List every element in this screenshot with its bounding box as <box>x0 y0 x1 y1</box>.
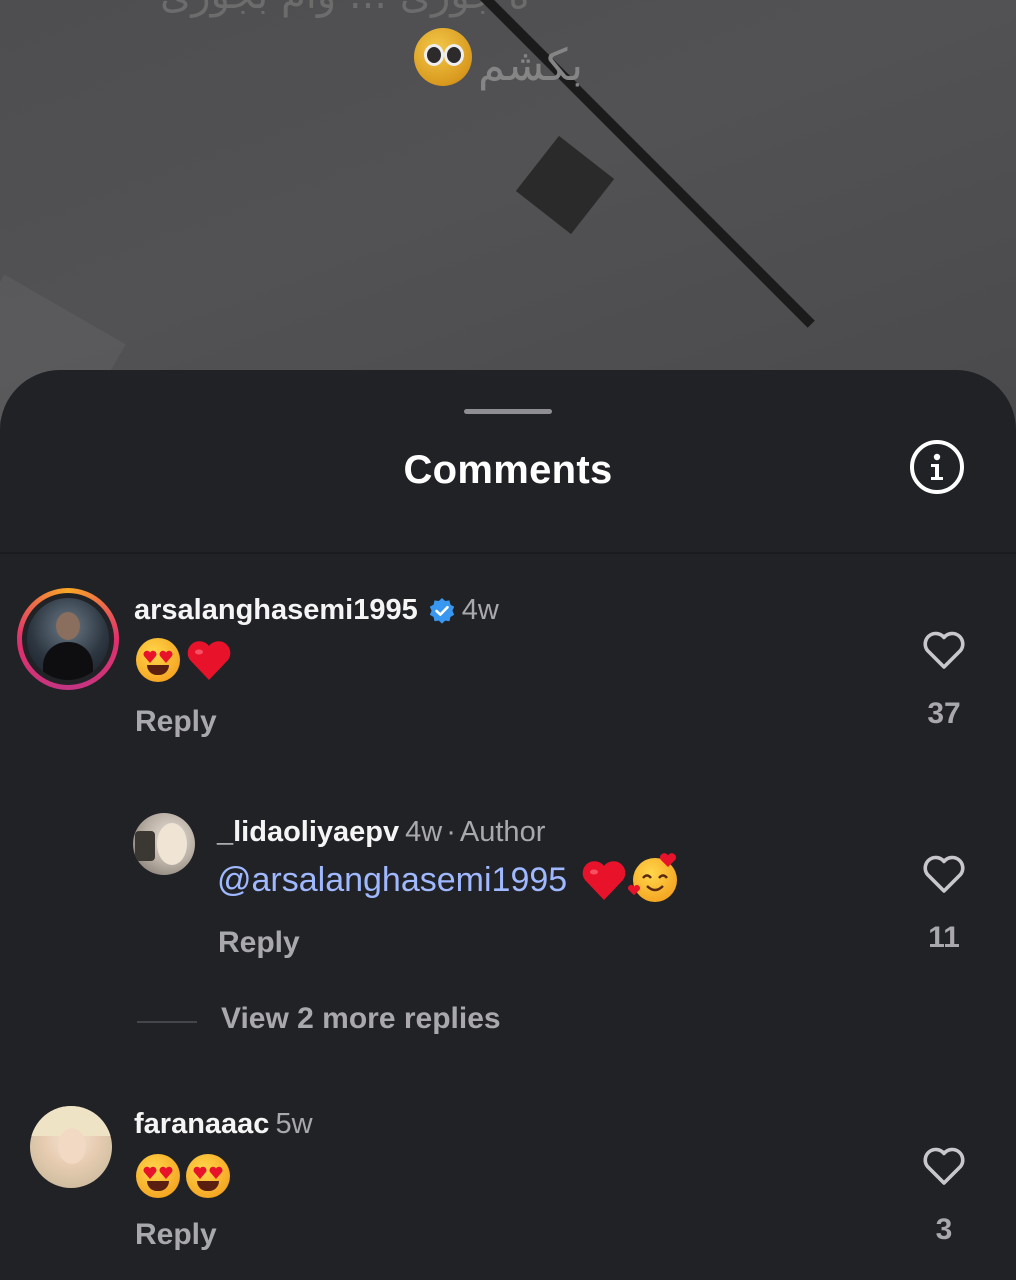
avatar[interactable] <box>30 1106 112 1188</box>
background-overlay-text: بکشم <box>478 40 584 91</box>
heart-eyes-emoji <box>136 1154 180 1198</box>
avatar[interactable] <box>133 813 195 875</box>
reply-button[interactable]: Reply <box>218 926 300 960</box>
comment-header: faranaaac 5w <box>134 1108 313 1141</box>
comment-text <box>136 638 232 682</box>
comment-time: 5w <box>275 1108 313 1140</box>
view-more-divider <box>137 1021 197 1023</box>
comment-header: arsalanghasemi1995 4w <box>134 594 499 627</box>
reply-button[interactable]: Reply <box>135 1218 217 1252</box>
heart-outline-icon[interactable] <box>922 630 966 670</box>
sheet-drag-handle[interactable] <box>464 409 552 414</box>
view-more-replies-button[interactable]: View 2 more replies <box>221 1002 501 1036</box>
header-divider <box>0 552 1016 554</box>
sheet-title: Comments <box>403 448 613 492</box>
author-badge: Author <box>459 816 546 848</box>
avatar[interactable] <box>17 588 119 690</box>
comment-text <box>136 1154 230 1198</box>
pleading-face-emoji <box>414 28 472 86</box>
like-count: 11 <box>928 921 960 954</box>
comment-time: 4w <box>461 594 499 626</box>
comment-item: arsalanghasemi1995 4w Reply 37 <box>0 588 1016 748</box>
like-count: 37 <box>927 697 961 730</box>
background-light-fixture <box>515 135 615 235</box>
verified-badge-icon <box>428 597 456 625</box>
info-icon[interactable] <box>910 440 964 494</box>
mention-link[interactable]: @arsalanghasemi1995 <box>217 861 567 900</box>
background-overlay-text-top: ه جوری ... وام بجوری <box>160 0 529 18</box>
heart-outline-icon[interactable] <box>922 854 966 894</box>
reply-button[interactable]: Reply <box>135 705 217 739</box>
comment-header: _lidaoliyaepv 4w · Author <box>217 816 545 849</box>
heart-eyes-emoji <box>136 638 180 682</box>
red-heart-emoji <box>187 641 231 680</box>
heart-outline-icon[interactable] <box>922 1146 966 1186</box>
like-count: 3 <box>935 1213 953 1246</box>
separator-dot: · <box>446 816 456 848</box>
comment-username[interactable]: arsalanghasemi1995 <box>134 594 418 627</box>
smiling-face-with-hearts-emoji <box>628 853 678 902</box>
comment-time: 4w <box>405 816 443 848</box>
comment-username[interactable]: _lidaoliyaepv <box>217 816 399 849</box>
comments-sheet: Comments arsalanghasemi1995 4w Reply 37 … <box>0 370 1016 1280</box>
comment-reply-item: _lidaoliyaepv 4w · Author @arsalanghasem… <box>0 810 1016 980</box>
video-background: ه جوری ... وام بجوری بکشم <box>0 0 1016 420</box>
comment-text: @arsalanghasemi1995 <box>217 853 678 902</box>
comment-username[interactable]: faranaaac <box>134 1108 269 1141</box>
heart-eyes-emoji <box>186 1154 230 1198</box>
red-heart-emoji <box>582 861 626 900</box>
comment-item: faranaaac 5w Reply 3 <box>0 1103 1016 1273</box>
